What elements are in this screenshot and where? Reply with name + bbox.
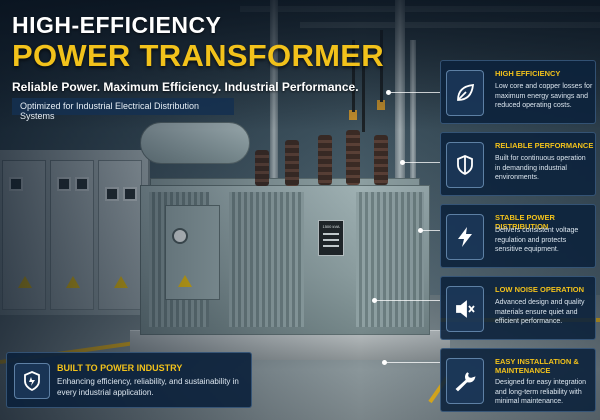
- connector-line: [384, 362, 440, 363]
- connector-dot: [386, 90, 391, 95]
- connector-dot: [382, 360, 387, 365]
- connector-line: [374, 300, 440, 301]
- feature-title: RELIABLE PERFORMANCE: [495, 141, 594, 150]
- connector-line: [420, 230, 440, 231]
- title-line-1: HIGH-EFFICIENCY: [12, 12, 222, 38]
- feature-description: Designed for easy integration and long-t…: [495, 379, 587, 405]
- feature-card-low-noise: LOW NOISE OPERATION Advanced design and …: [440, 276, 596, 340]
- feature-description: Built for continuous operation in demand…: [495, 155, 586, 181]
- feature-card-stable-power: STABLE POWER DISTRIBUTION Delivers consi…: [440, 204, 596, 268]
- connector-dot: [400, 160, 405, 165]
- connector-line: [388, 92, 440, 93]
- title-line-2: POWER TRANSFORMER: [12, 38, 384, 73]
- tagline: Reliable Power. Maximum Efficiency. Indu…: [12, 80, 359, 94]
- feature-card-easy-installation: EASY INSTALLATION & MAINTENANCE Designed…: [440, 348, 596, 412]
- banner-description: Enhancing efficiency, reliability, and s…: [57, 377, 239, 397]
- feature-title: EASY INSTALLATION & MAINTENANCE: [495, 357, 579, 375]
- shield-check-icon: [14, 363, 50, 399]
- leaf-icon: [446, 70, 484, 116]
- connector-dot: [418, 228, 423, 233]
- banner-title: BUILT TO POWER INDUSTRY: [57, 363, 183, 373]
- feature-title: LOW NOISE OPERATION: [495, 285, 585, 294]
- speaker-mute-icon: [446, 286, 484, 332]
- feature-card-reliable-performance: RELIABLE PERFORMANCE Built for continuou…: [440, 132, 596, 196]
- subtitle-bar: Optimized for Industrial Electrical Dist…: [12, 98, 234, 121]
- wrench-icon: [446, 358, 484, 404]
- feature-description: Low core and copper losses for maximum e…: [495, 83, 593, 109]
- feature-title: HIGH EFFICIENCY: [495, 69, 561, 78]
- connector-line: [402, 162, 440, 163]
- bottom-banner: BUILT TO POWER INDUSTRY Enhancing effici…: [6, 352, 252, 408]
- shield-icon: [446, 142, 484, 188]
- feature-description: Delivers consistent voltage regulation a…: [495, 227, 579, 253]
- lightning-icon: [446, 214, 484, 260]
- feature-card-high-efficiency: HIGH EFFICIENCY Low core and copper loss…: [440, 60, 596, 124]
- connector-dot: [372, 298, 377, 303]
- feature-description: Advanced design and quality materials en…: [495, 299, 585, 325]
